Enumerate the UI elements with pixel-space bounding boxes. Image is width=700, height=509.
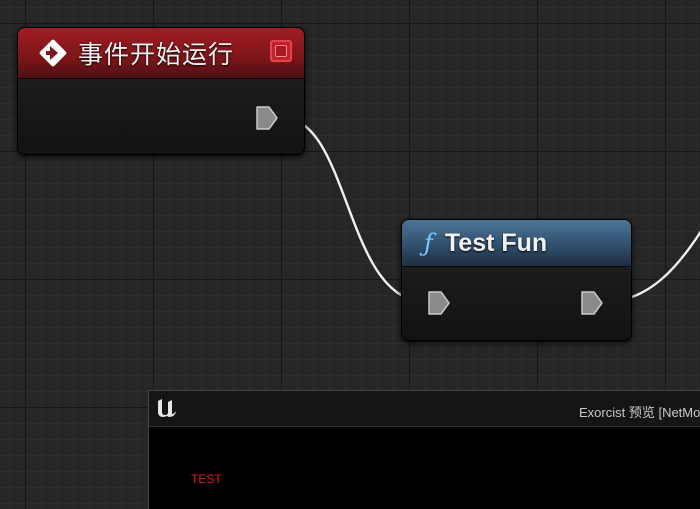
window-titlebar[interactable]: Exorcist 预览 [NetMo (149, 391, 700, 427)
game-viewport[interactable]: TEST (149, 427, 700, 509)
breakpoint-stop-icon[interactable] (270, 40, 292, 62)
play-in-editor-window[interactable]: Exorcist 预览 [NetMo TEST (148, 390, 700, 509)
event-begin-play-node[interactable]: 事件开始运行 (17, 27, 305, 155)
print-string-debug-text: TEST (191, 472, 222, 486)
event-node-title: 事件开始运行 (78, 41, 235, 69)
event-node-header[interactable]: 事件开始运行 (18, 28, 304, 79)
function-exec-output-pin[interactable] (580, 290, 604, 316)
window-title: Exorcist 预览 [NetMo (579, 405, 700, 420)
function-node-title: Test Fun (444, 228, 548, 257)
function-icon: ƒ (424, 229, 433, 257)
unreal-logo-icon (155, 396, 179, 420)
function-node-header[interactable]: ƒ Test Fun (402, 220, 631, 267)
function-exec-input-pin[interactable] (427, 290, 451, 316)
blueprint-graph-canvas[interactable]: 事件开始运行 ƒ Test Fun Exorcist 预览 [NetMo TES… (0, 0, 700, 509)
event-diamond-icon (38, 38, 68, 68)
function-call-node-test-fun[interactable]: ƒ Test Fun (401, 219, 632, 341)
event-exec-output-pin[interactable] (255, 105, 279, 131)
